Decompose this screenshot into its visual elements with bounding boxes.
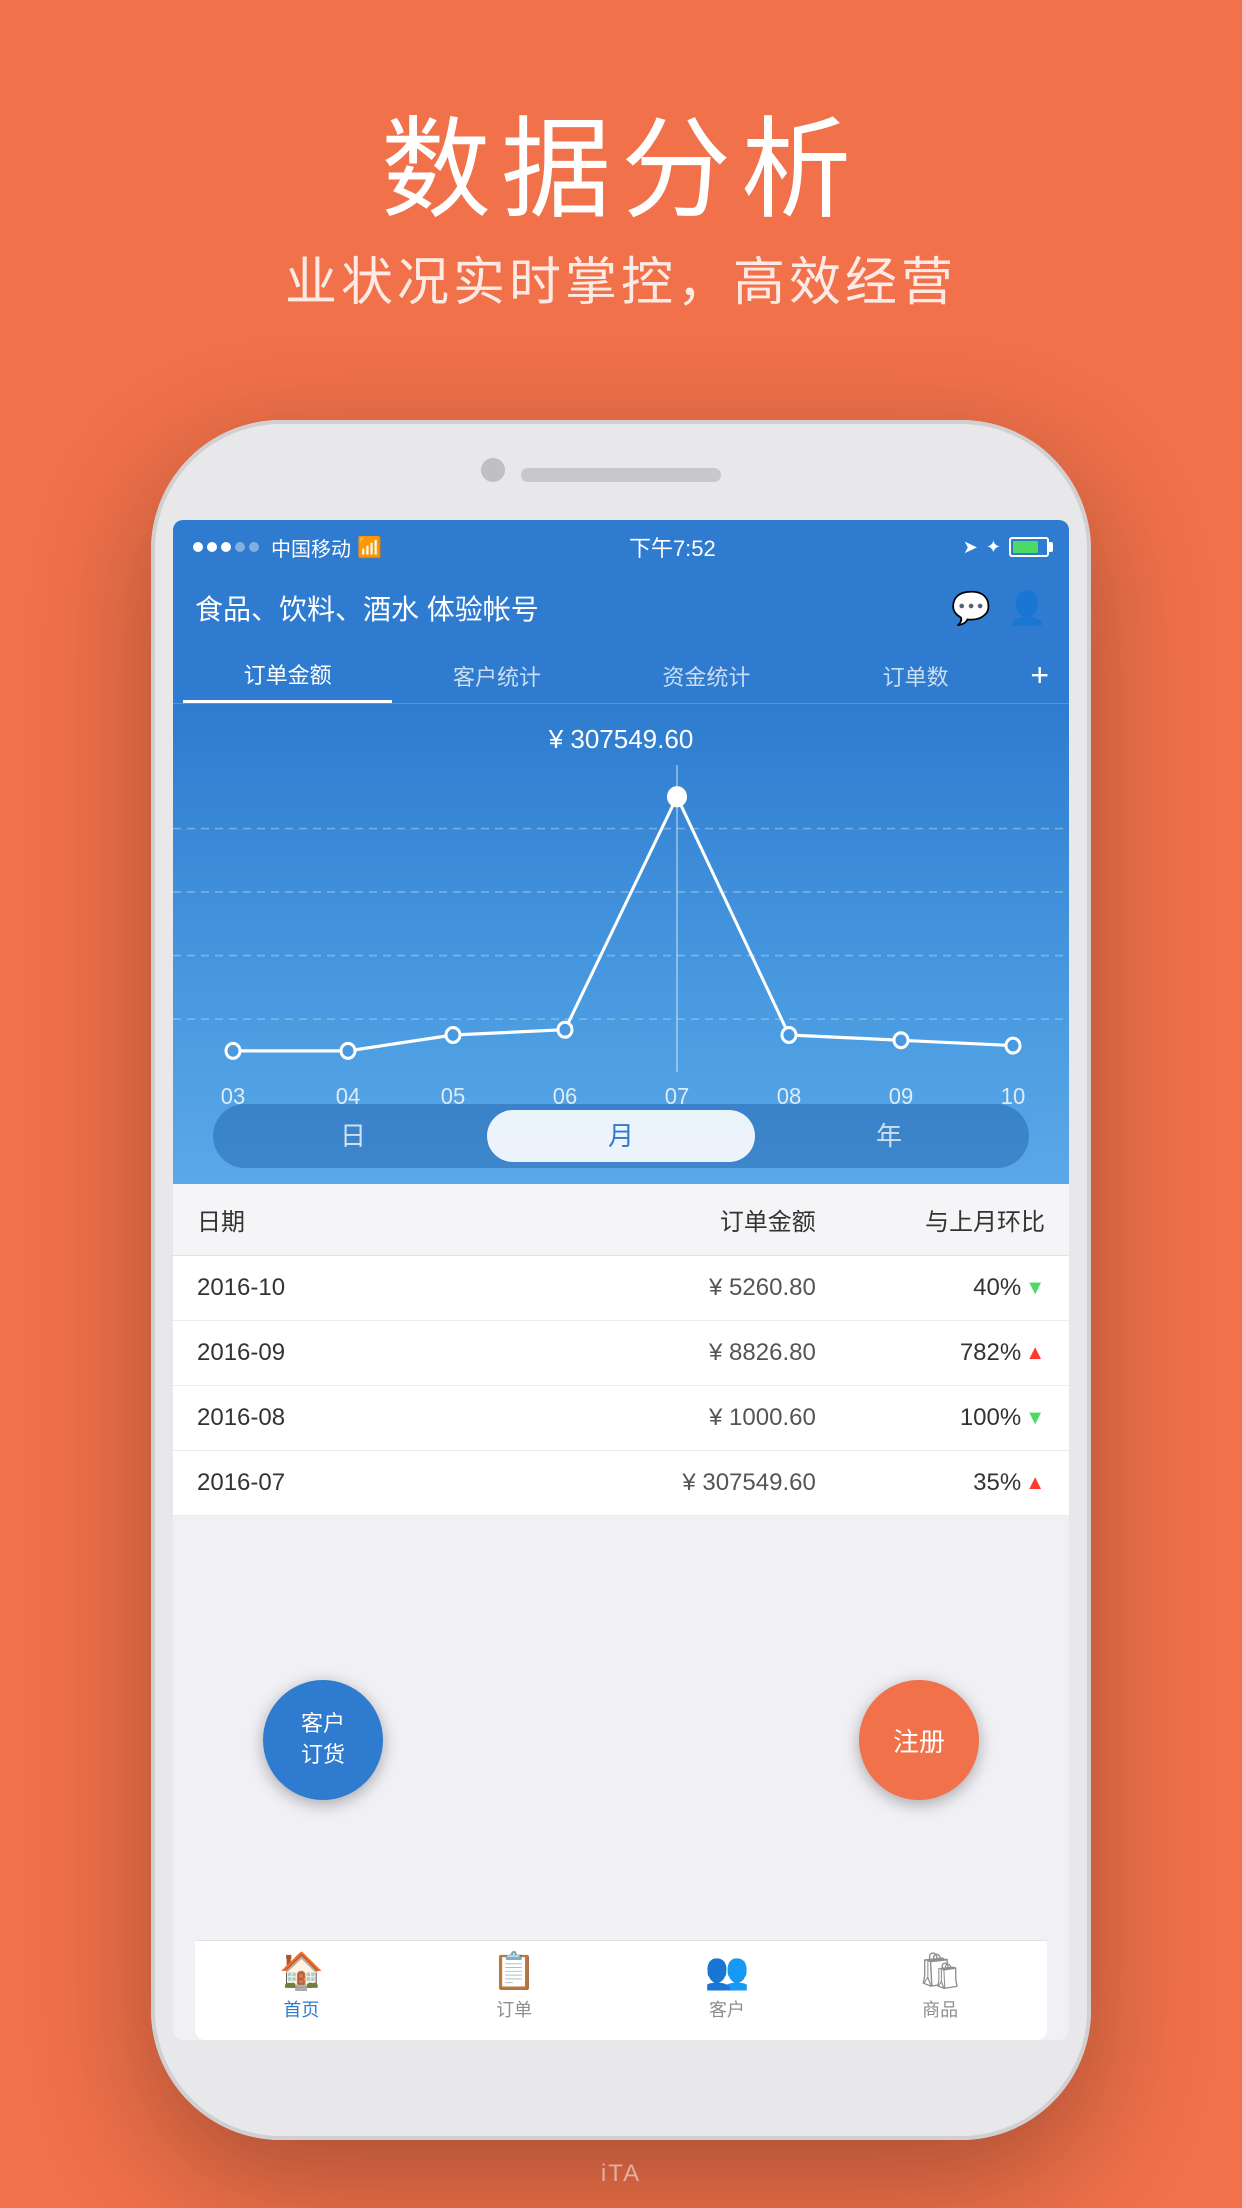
phone-mockup: 中国移动 📶 下午7:52 ➤ ✦ 食品、饮料、酒水 体验帐号 💬	[151, 420, 1091, 2140]
status-time: 下午7:52	[629, 531, 716, 563]
col-date: 日期	[197, 1202, 472, 1237]
trend-up-icon: ▲	[1025, 1342, 1045, 1365]
bottom-nav: 🏠 首页 📋 订单 👥 客户 🛍 商品	[195, 1940, 1047, 2040]
signal-dot-1	[193, 542, 203, 552]
tab-add-button[interactable]: +	[1020, 657, 1059, 694]
row2-amount: ¥ 8826.80	[472, 1339, 816, 1367]
carrier-label: 中国移动	[271, 533, 351, 562]
trend-up-icon: ▲	[1025, 1472, 1045, 1495]
nav-item-order[interactable]: 📋 订单	[492, 1950, 537, 2022]
time-btn-year[interactable]: 年	[755, 1110, 1023, 1162]
table-row: 2016-07 ¥ 307549.60 35% ▲	[173, 1451, 1069, 1516]
fab-customer-button[interactable]: 客户订货	[263, 1680, 383, 1800]
trend-down-icon: ▼	[1025, 1277, 1045, 1300]
row4-amount: ¥ 307549.60	[472, 1469, 816, 1497]
nav-label-order: 订单	[496, 1996, 532, 2022]
watermark: iTA	[601, 2160, 641, 2188]
signal-dot-3	[221, 542, 231, 552]
row4-date: 2016-07	[197, 1469, 472, 1497]
col-change: 与上月环比	[816, 1202, 1045, 1237]
fab-customer-label: 客户订货	[301, 1709, 345, 1771]
message-icon[interactable]: 💬	[951, 589, 991, 627]
app-header: 食品、饮料、酒水 体验帐号 💬 👤	[173, 574, 1069, 648]
tab-order-amount[interactable]: 订单金额	[183, 648, 392, 703]
row1-change: 40% ▼	[816, 1274, 1045, 1302]
customer-icon: 👥	[705, 1950, 750, 1992]
signal-dot-5	[249, 542, 259, 552]
tab-fund-stats[interactable]: 资金统计	[602, 650, 811, 702]
row3-amount: ¥ 1000.60	[472, 1404, 816, 1432]
phone-speaker	[521, 468, 721, 482]
phone-frame: 中国移动 📶 下午7:52 ➤ ✦ 食品、饮料、酒水 体验帐号 💬	[151, 420, 1091, 2140]
location-icon: ➤	[963, 537, 978, 558]
app-icons: 💬 👤	[951, 589, 1047, 627]
tabs-row: 订单金额 客户统计 资金统计 订单数 +	[173, 648, 1069, 704]
fab-register-label: 注册	[893, 1722, 945, 1759]
order-icon: 📋	[492, 1950, 537, 1992]
nav-label-products: 商品	[922, 1996, 958, 2022]
chart-value-label: ¥ 307549.60	[173, 724, 1069, 755]
nav-item-home[interactable]: 🏠 首页	[279, 1950, 324, 2022]
status-right: ➤ ✦	[963, 537, 1049, 558]
signal-dot-2	[207, 542, 217, 552]
chart-area: ¥ 307549.60	[173, 704, 1069, 1184]
products-icon: 🛍	[917, 1950, 963, 1992]
row3-change: 100% ▼	[816, 1404, 1045, 1432]
hero-subtitle: 业状况实时掌控，高效经营	[0, 240, 1242, 315]
nav-label-home: 首页	[283, 1996, 319, 2022]
col-amount: 订单金额	[472, 1202, 816, 1237]
status-bar: 中国移动 📶 下午7:52 ➤ ✦	[173, 520, 1069, 574]
line-chart: 03 04 05 06 07 08 09 10	[173, 765, 1069, 1125]
data-table: 日期 订单金额 与上月环比 2016-10 ¥ 5260.80 40% ▼ 20…	[173, 1184, 1069, 1516]
table-row: 2016-10 ¥ 5260.80 40% ▼	[173, 1256, 1069, 1321]
user-icon[interactable]: 👤	[1007, 589, 1047, 627]
nav-item-products[interactable]: 🛍 商品	[917, 1950, 963, 2022]
nav-label-customer: 客户	[709, 1996, 745, 2022]
app-title: 食品、饮料、酒水 体验帐号	[195, 588, 539, 628]
hero-title: 数据分析	[0, 80, 1242, 240]
row4-change: 35% ▲	[816, 1469, 1045, 1497]
row2-date: 2016-09	[197, 1339, 472, 1367]
row1-amount: ¥ 5260.80	[472, 1274, 816, 1302]
row2-change: 782% ▲	[816, 1339, 1045, 1367]
wifi-icon: 📶	[357, 535, 382, 560]
row3-date: 2016-08	[197, 1404, 472, 1432]
nav-item-customer[interactable]: 👥 客户	[705, 1950, 750, 2022]
battery-icon	[1009, 537, 1049, 557]
trend-down-icon: ▼	[1025, 1407, 1045, 1430]
phone-camera	[481, 458, 505, 482]
table-header: 日期 订单金额 与上月环比	[173, 1184, 1069, 1256]
status-left: 中国移动 📶	[193, 533, 382, 562]
tab-order-count[interactable]: 订单数	[811, 650, 1020, 702]
signal-dots	[193, 542, 259, 552]
row1-date: 2016-10	[197, 1274, 472, 1302]
app-title-row: 食品、饮料、酒水 体验帐号 💬 👤	[195, 588, 1047, 628]
signal-dot-4	[235, 542, 245, 552]
phone-screen: 中国移动 📶 下午7:52 ➤ ✦ 食品、饮料、酒水 体验帐号 💬	[173, 520, 1069, 2040]
tab-customer-stats[interactable]: 客户统计	[392, 650, 601, 702]
home-icon: 🏠	[279, 1950, 324, 1992]
battery-fill	[1013, 541, 1038, 553]
time-btn-day[interactable]: 日	[219, 1110, 487, 1162]
time-selector: 日 月 年	[213, 1104, 1029, 1168]
fab-register-button[interactable]: 注册	[859, 1680, 979, 1800]
bluetooth-icon: ✦	[986, 537, 1001, 558]
table-row: 2016-08 ¥ 1000.60 100% ▼	[173, 1386, 1069, 1451]
table-row: 2016-09 ¥ 8826.80 782% ▲	[173, 1321, 1069, 1386]
time-btn-month[interactable]: 月	[487, 1110, 755, 1162]
